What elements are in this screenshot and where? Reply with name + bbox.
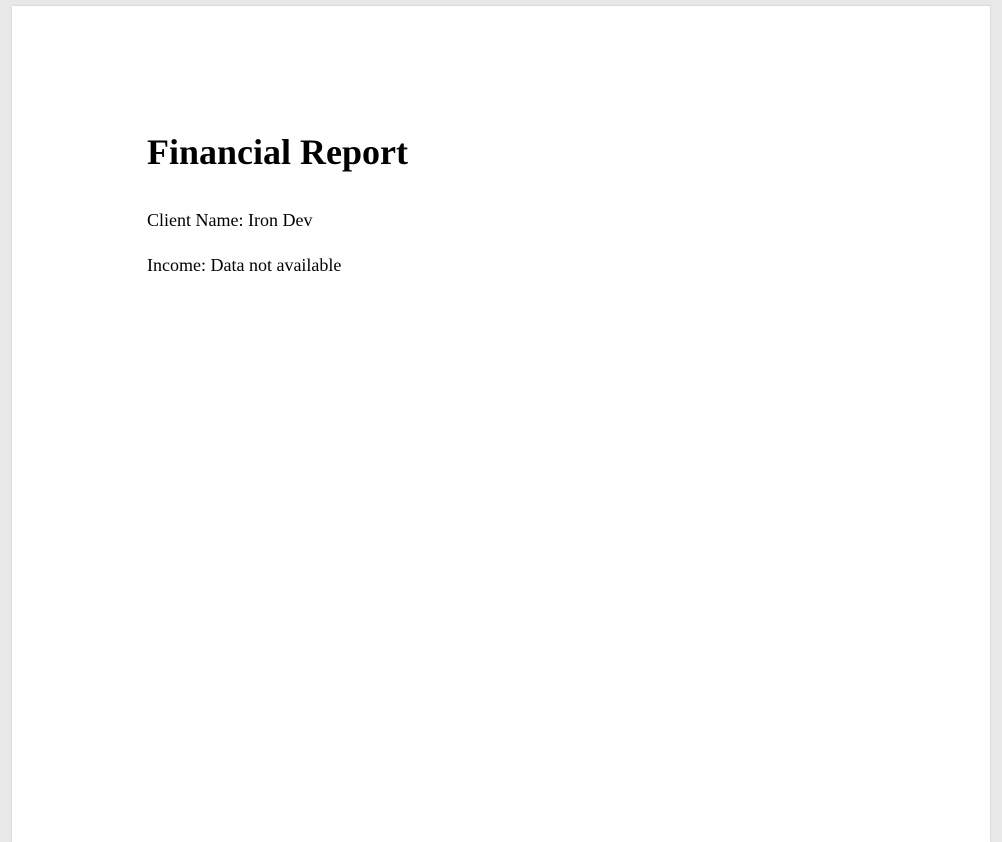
page-background: Financial Report Client Name: Iron Dev I… (0, 0, 1002, 842)
report-title: Financial Report (147, 131, 860, 173)
document-page: Financial Report Client Name: Iron Dev I… (12, 6, 990, 842)
client-name-line: Client Name: Iron Dev (147, 209, 860, 232)
income-line: Income: Data not available (147, 254, 860, 277)
